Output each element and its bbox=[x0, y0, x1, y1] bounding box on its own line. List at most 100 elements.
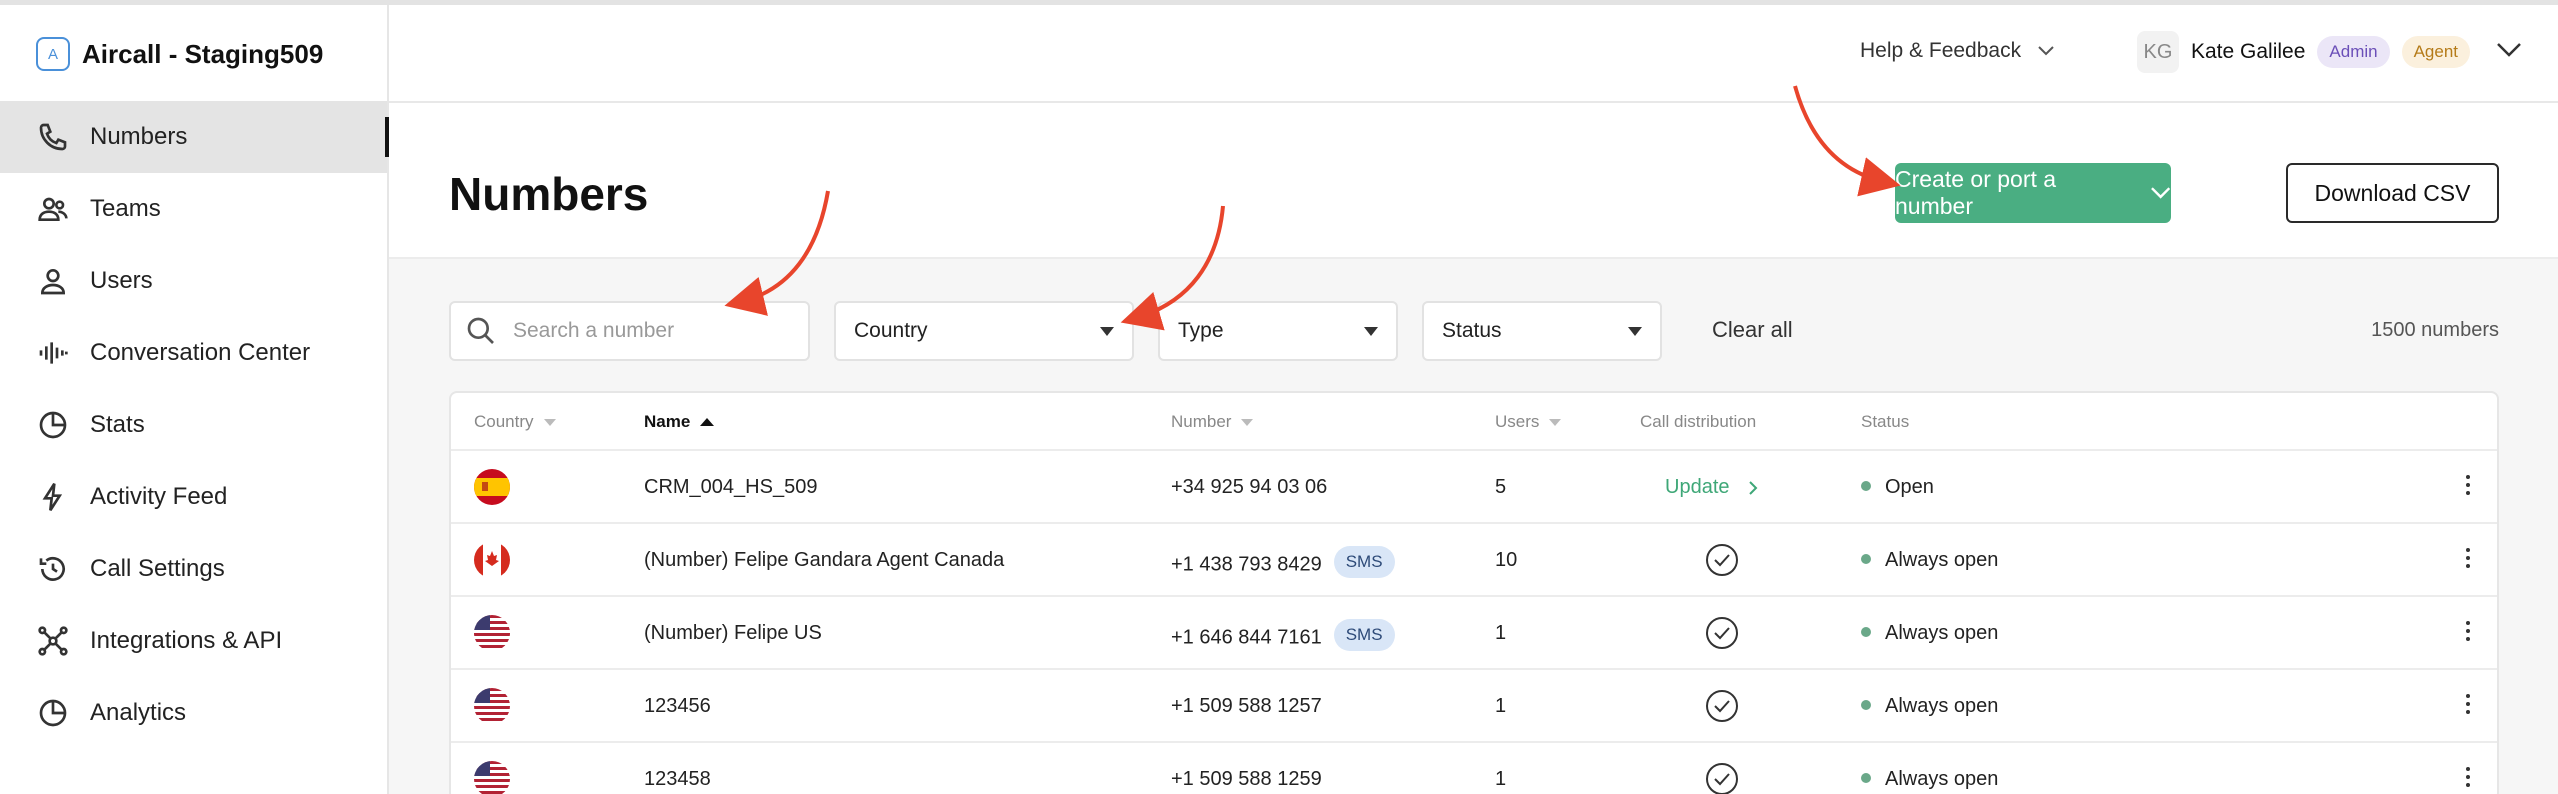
download-csv-button[interactable]: Download CSV bbox=[2286, 163, 2499, 223]
sidebar-item-call-settings[interactable]: Call Settings bbox=[0, 533, 387, 605]
chevron-down-icon[interactable] bbox=[2496, 42, 2522, 63]
status-cell: Always open bbox=[1861, 768, 1998, 791]
usa-flag-icon bbox=[474, 615, 510, 651]
table-row[interactable]: (Number) Felipe Gandara Agent Canada +1 … bbox=[451, 524, 2497, 597]
sort-ascending-icon bbox=[700, 418, 715, 426]
column-users[interactable]: Users bbox=[1495, 412, 1562, 432]
status-text: Always open bbox=[1885, 695, 1999, 717]
number-name[interactable]: CRM_004_HS_509 bbox=[644, 476, 817, 499]
sidebar-item-teams[interactable]: Teams bbox=[0, 173, 387, 245]
table-row[interactable]: 123458 +1 509 588 1259 1 Always open bbox=[451, 743, 2497, 794]
company-name: Aircall - Staging509 bbox=[82, 38, 324, 69]
type-filter-label: Type bbox=[1178, 319, 1224, 342]
network-icon bbox=[36, 624, 70, 658]
spain-flag-icon bbox=[474, 469, 510, 505]
status-filter[interactable]: Status bbox=[1422, 301, 1662, 361]
number-name[interactable]: 123458 bbox=[644, 768, 711, 791]
page-title: Numbers bbox=[449, 168, 649, 220]
sidebar-item-label: Call Settings bbox=[90, 555, 225, 582]
phone-number: +1 509 588 1259 bbox=[1171, 768, 1322, 790]
avatar: KG bbox=[2137, 31, 2179, 73]
phone-number-text: +1 438 793 8429 bbox=[1171, 553, 1322, 576]
check-circle-icon bbox=[1705, 689, 1739, 729]
team-icon bbox=[36, 192, 70, 226]
sidebar-item-integrations[interactable]: Integrations & API bbox=[0, 605, 387, 677]
type-filter[interactable]: Type bbox=[1158, 301, 1398, 361]
status-text: Open bbox=[1885, 476, 1934, 498]
more-options-icon[interactable] bbox=[2466, 548, 2472, 568]
check-circle-icon bbox=[1705, 762, 1739, 794]
update-distribution-link[interactable]: Update bbox=[1665, 476, 1758, 499]
sidebar-item-label: Stats bbox=[90, 411, 145, 438]
caret-down-icon bbox=[1100, 326, 1114, 336]
phone-number: +1 509 588 1257 bbox=[1171, 695, 1322, 717]
clear-all-link[interactable]: Clear all bbox=[1712, 317, 1793, 343]
column-country[interactable]: Country bbox=[474, 412, 556, 432]
status-text: Always open bbox=[1885, 768, 1999, 790]
table-row[interactable]: CRM_004_HS_509 +34 925 94 03 06 5 Update… bbox=[451, 451, 2497, 524]
sidebar-item-numbers[interactable]: Numbers bbox=[0, 101, 389, 173]
phone-number: +34 925 94 03 06 bbox=[1171, 476, 1328, 498]
table-row[interactable]: 123456 +1 509 588 1257 1 Always open bbox=[451, 670, 2497, 743]
column-label: Status bbox=[1861, 412, 1910, 431]
more-options-icon[interactable] bbox=[2466, 694, 2472, 714]
sidebar-item-users[interactable]: Users bbox=[0, 245, 387, 317]
status-cell: Always open bbox=[1861, 622, 1998, 645]
sidebar-item-label: Users bbox=[90, 267, 153, 294]
user-icon bbox=[36, 264, 70, 298]
chevron-right-icon bbox=[1748, 480, 1757, 495]
waveform-icon bbox=[36, 336, 70, 370]
country-filter[interactable]: Country bbox=[834, 301, 1134, 361]
canada-flag-icon bbox=[474, 542, 510, 578]
more-options-icon[interactable] bbox=[2466, 475, 2472, 495]
sort-icon bbox=[1549, 418, 1562, 426]
table-row[interactable]: (Number) Felipe US +1 646 844 7161 SMS 1 … bbox=[451, 597, 2497, 670]
status-dot-icon bbox=[1861, 480, 1871, 491]
column-call-distribution: Call distribution bbox=[1640, 412, 1756, 432]
main-content: Country Type Status Clear all 1500 numbe… bbox=[389, 259, 2558, 794]
brand[interactable]: A Aircall - Staging509 bbox=[36, 37, 323, 71]
users-count: 1 bbox=[1495, 622, 1507, 644]
sidebar-item-label: Teams bbox=[90, 195, 161, 222]
column-number[interactable]: Number bbox=[1171, 412, 1254, 432]
search-box[interactable] bbox=[449, 301, 810, 361]
sidebar-item-conversation-center[interactable]: Conversation Center bbox=[0, 317, 387, 389]
country-filter-label: Country bbox=[854, 319, 928, 342]
create-port-number-button[interactable]: Create or port a number bbox=[1895, 163, 2171, 223]
sidebar: A Aircall - Staging509 Numbers Teams Use… bbox=[0, 5, 389, 794]
phone-number-text: +1 646 844 7161 bbox=[1171, 626, 1322, 649]
help-feedback-menu[interactable]: Help & Feedback bbox=[1860, 39, 2055, 63]
table-header: Country Name Number Users Call distribut… bbox=[451, 393, 2497, 451]
more-options-icon[interactable] bbox=[2466, 767, 2472, 787]
sidebar-item-analytics[interactable]: Analytics bbox=[0, 677, 387, 749]
sidebar-item-stats[interactable]: Stats bbox=[0, 389, 387, 461]
number-name[interactable]: (Number) Felipe US bbox=[644, 622, 822, 645]
agent-badge: Agent bbox=[2401, 36, 2471, 68]
phone-number: +1 438 793 8429 SMS bbox=[1171, 546, 1395, 581]
users-count: 1 bbox=[1495, 768, 1507, 790]
users-count: 10 bbox=[1495, 549, 1518, 571]
check-circle-icon bbox=[1705, 616, 1739, 656]
usa-flag-icon bbox=[474, 761, 510, 794]
column-name[interactable]: Name bbox=[644, 412, 715, 432]
column-label: Number bbox=[1171, 412, 1232, 431]
number-name[interactable]: (Number) Felipe Gandara Agent Canada bbox=[644, 549, 1004, 572]
sidebar-item-activity-feed[interactable]: Activity Feed bbox=[0, 461, 387, 533]
status-cell: Always open bbox=[1861, 549, 1998, 572]
sidebar-item-label: Integrations & API bbox=[90, 627, 283, 654]
page-header: Numbers Create or port a number Download… bbox=[389, 103, 2558, 259]
number-name[interactable]: 123456 bbox=[644, 695, 711, 718]
sidebar-item-label: Activity Feed bbox=[90, 483, 228, 510]
column-label: Country bbox=[474, 412, 534, 431]
aircall-logo-icon: A bbox=[36, 37, 70, 71]
more-options-icon[interactable] bbox=[2466, 621, 2472, 641]
user-menu[interactable]: KG Kate Galilee Admin Agent bbox=[2137, 31, 2522, 73]
status-text: Always open bbox=[1885, 622, 1999, 644]
update-label: Update bbox=[1665, 476, 1730, 498]
history-icon bbox=[36, 552, 70, 586]
status-dot-icon bbox=[1861, 699, 1871, 710]
chevron-down-icon bbox=[2150, 187, 2170, 199]
column-label: Name bbox=[644, 412, 691, 431]
search-input[interactable] bbox=[513, 319, 773, 343]
numbers-count: 1500 numbers bbox=[2371, 319, 2499, 341]
